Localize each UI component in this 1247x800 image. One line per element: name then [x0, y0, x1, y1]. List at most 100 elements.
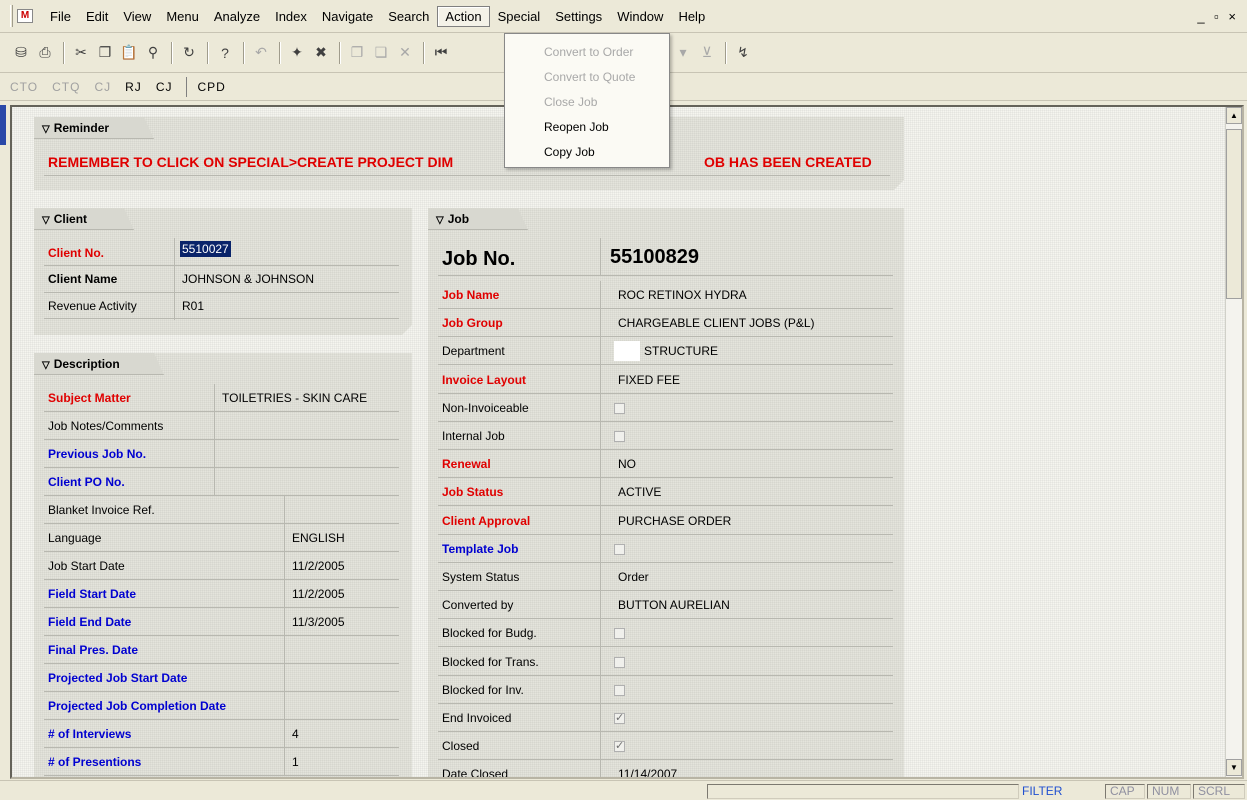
bottom-icon[interactable]: ⊻ — [696, 42, 718, 64]
job-field-value[interactable]: CHARGEABLE CLIENT JOBS (P&L) — [618, 316, 815, 330]
shortcut-rj[interactable]: RJ — [125, 80, 142, 94]
menu-item-convert-to-quote[interactable]: Convert to Quote — [505, 65, 669, 90]
reminder-underline — [44, 175, 890, 176]
database-icon[interactable]: ⛁ — [10, 42, 32, 64]
paste-icon[interactable]: 📋 — [118, 42, 140, 64]
copy-record-icon[interactable]: ❐ — [346, 42, 368, 64]
client-tab[interactable]: ▽ Client — [34, 208, 134, 230]
vertical-scrollbar[interactable]: ▲ ▼ — [1225, 107, 1242, 777]
menu-window[interactable]: Window — [610, 7, 670, 26]
job-field-label: Internal Job — [442, 429, 505, 443]
menu-settings[interactable]: Settings — [548, 7, 609, 26]
job-field-value[interactable]: BUTTON AURELIAN — [618, 598, 730, 612]
menu-navigate[interactable]: Navigate — [315, 7, 380, 26]
menu-analyze[interactable]: Analyze — [207, 7, 267, 26]
clear-icon[interactable]: ✕ — [394, 42, 416, 64]
menu-help[interactable]: Help — [671, 7, 712, 26]
description-field-value[interactable]: 11/3/2005 — [292, 615, 394, 629]
menu-edit[interactable]: Edit — [79, 7, 115, 26]
row-line — [438, 675, 893, 676]
client-name-value[interactable]: JOHNSON & JOHNSON — [182, 272, 314, 286]
shortcut-cpd[interactable]: CPD — [197, 80, 225, 94]
row-line — [44, 439, 399, 440]
menu-search[interactable]: Search — [381, 7, 436, 26]
menu-item-reopen-job[interactable]: Reopen Job — [505, 115, 669, 140]
description-field-value[interactable]: TOILETRIES - SKIN CARE — [222, 391, 394, 405]
reminder-tab[interactable]: ▽ Reminder — [34, 117, 154, 139]
column-divider — [284, 636, 285, 664]
row-line — [438, 336, 893, 337]
description-field-value[interactable]: 11/2/2005 — [292, 587, 394, 601]
job-field-value[interactable]: NO — [618, 457, 636, 471]
first-record-icon[interactable]: ⏮ — [430, 42, 452, 64]
undo-icon[interactable]: ↶ — [250, 42, 272, 64]
paste-record-icon[interactable]: ❏ — [370, 42, 392, 64]
job-field-label: Non-Invoiceable — [442, 401, 529, 415]
job-field-checkbox[interactable] — [614, 739, 625, 752]
copy-icon[interactable]: ❐ — [94, 42, 116, 64]
scrollbar-thumb[interactable] — [1226, 129, 1242, 299]
job-field-value[interactable]: PURCHASE ORDER — [618, 514, 731, 528]
scroll-up-icon[interactable]: ▲ — [1226, 107, 1242, 124]
menu-file[interactable]: File — [43, 7, 78, 26]
shortcut-cto[interactable]: CTO — [10, 80, 38, 94]
description-field-value[interactable]: ENGLISH — [292, 531, 394, 545]
job-field-checkbox[interactable] — [614, 628, 625, 639]
description-field-value[interactable]: 4 — [292, 727, 394, 741]
job-field-label: Template Job — [442, 542, 519, 556]
toolbar-separator — [243, 41, 245, 64]
menu-view[interactable]: View — [116, 7, 158, 26]
cut-icon[interactable]: ✂ — [70, 42, 92, 64]
find-icon[interactable]: ⚲ — [142, 42, 164, 64]
job-field-value[interactable]: FIXED FEE — [618, 373, 680, 387]
column-divider — [600, 619, 601, 648]
menu-item-copy-job[interactable]: Copy Job — [505, 140, 669, 165]
job-tab[interactable]: ▽ Job — [428, 208, 528, 230]
menu-special[interactable]: Special — [491, 7, 548, 26]
help-icon[interactable]: ? — [214, 42, 236, 64]
job-field-value[interactable]: ACTIVE — [618, 485, 661, 499]
description-field-value[interactable]: 11/2/2005 — [292, 559, 394, 573]
menu-action[interactable]: Action — [437, 5, 490, 27]
shortcut-ctq[interactable]: CTQ — [52, 80, 80, 94]
column-divider — [600, 309, 601, 338]
scroll-down-icon[interactable]: ▼ — [1226, 759, 1242, 776]
job-field-value[interactable]: ROC RETINOX HYDRA — [618, 288, 747, 302]
client-no-value: 5510027 — [182, 242, 229, 256]
job-field-checkbox[interactable] — [614, 403, 625, 414]
column-divider — [214, 468, 215, 496]
app-logo-icon[interactable]: M — [17, 9, 33, 23]
menu-menu[interactable]: Menu — [159, 7, 206, 26]
description-tab[interactable]: ▽ Description — [34, 353, 164, 375]
description-field-label: Field End Date — [48, 615, 132, 629]
menu-item-convert-to-order[interactable]: Convert to Order — [505, 40, 669, 65]
row-line — [438, 421, 893, 422]
job-field-checkbox[interactable] — [614, 685, 625, 696]
menu-index[interactable]: Index — [268, 7, 314, 26]
window-controls[interactable]: _ ▫ × — [1197, 9, 1239, 24]
job-field-value[interactable]: Order — [618, 570, 649, 584]
job-no-value[interactable]: 55100829 — [610, 246, 699, 269]
job-field-checkbox[interactable] — [614, 544, 625, 555]
new-record-icon[interactable]: ✦ — [286, 42, 308, 64]
row-line — [44, 292, 399, 293]
column-divider — [284, 720, 285, 748]
revenue-activity-value[interactable]: R01 — [182, 299, 204, 313]
print-icon[interactable]: ⎙ — [34, 42, 56, 64]
shortcut-cj[interactable]: CJ — [156, 80, 173, 94]
job-field-checkbox[interactable] — [614, 657, 625, 668]
job-field-checkbox[interactable] — [614, 431, 625, 442]
description-field-value[interactable]: 1 — [292, 755, 394, 769]
client-no-field[interactable]: 5510027 — [180, 242, 250, 260]
refresh-icon[interactable]: ↻ — [178, 42, 200, 64]
job-field-value[interactable]: 11/14/2007 — [618, 767, 677, 777]
job-field-checkbox[interactable] — [614, 711, 625, 724]
column-divider — [600, 732, 601, 761]
shortcut-cj-dim[interactable]: CJ — [94, 80, 111, 94]
menu-item-close-job[interactable]: Close Job — [505, 90, 669, 115]
job-field-value[interactable]: STRUCTURE — [644, 344, 718, 358]
down-icon[interactable]: ▾ — [672, 42, 694, 64]
delete-icon[interactable]: ✖ — [310, 42, 332, 64]
column-divider — [600, 337, 601, 366]
sort-icon[interactable]: ↯ — [732, 42, 754, 64]
